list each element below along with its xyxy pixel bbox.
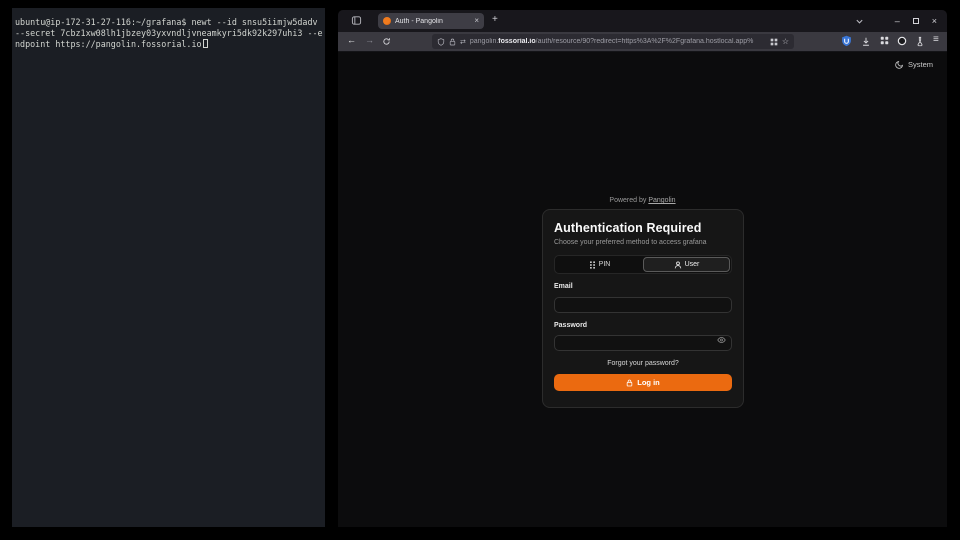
password-label: Password xyxy=(554,322,732,329)
minimize-button[interactable]: – xyxy=(895,16,900,26)
login-button-label: Log in xyxy=(637,378,660,387)
tab-pin-label: PIN xyxy=(599,261,611,268)
auth-card: Authentication Required Choose your pref… xyxy=(542,209,744,408)
downloads-icon[interactable] xyxy=(861,36,871,47)
user-person-icon xyxy=(674,261,682,269)
tracking-protection-shield-icon[interactable] xyxy=(437,38,445,46)
bookmark-star-icon[interactable]: ☆ xyxy=(782,38,789,46)
translate-icon[interactable]: ⇄ xyxy=(460,38,466,46)
firefox-view-icon[interactable] xyxy=(351,15,362,26)
auth-card-subtitle: Choose your preferred method to access g… xyxy=(554,239,732,246)
terminal-output: ubuntu@ip-172-31-27-116:~/grafana$ newt … xyxy=(12,8,325,50)
url-bar[interactable]: ⇄ pangolin.fossorial.io/auth/resource/90… xyxy=(432,34,794,49)
browser-window: Auth - Pangolin × + – × ← → ⇄ pango xyxy=(338,10,947,527)
tab-pin[interactable]: PIN xyxy=(556,257,643,272)
forgot-password-link[interactable]: Forgot your password? xyxy=(554,360,732,367)
tab-user-label: User xyxy=(685,261,700,268)
terminal-cursor xyxy=(203,39,208,48)
privacy-extension-icon[interactable] xyxy=(897,36,907,46)
terminal-line-text: ndpoint https://pangolin.fossorial.io xyxy=(15,39,202,49)
url-subdomain: pangolin. xyxy=(470,38,498,45)
url-text: pangolin.fossorial.io/auth/resource/90?r… xyxy=(470,38,766,45)
forward-button[interactable]: → xyxy=(365,35,374,45)
theme-toggle-label: System xyxy=(908,60,933,69)
login-button[interactable]: Log in xyxy=(554,374,732,391)
terminal-line: ndpoint https://pangolin.fossorial.io xyxy=(15,39,323,50)
tab-user[interactable]: User xyxy=(643,257,730,272)
maximize-button[interactable] xyxy=(913,18,919,24)
password-input-wrap xyxy=(554,332,732,352)
window-controls: – × xyxy=(855,10,937,32)
theme-toggle[interactable]: System xyxy=(895,60,933,69)
ublock-extension-icon[interactable] xyxy=(841,35,852,47)
page-content: System Powered by Pangolin Authenticatio… xyxy=(338,52,947,527)
login-lock-icon xyxy=(626,379,633,387)
list-all-tabs-chevron-icon[interactable] xyxy=(855,17,864,26)
password-field[interactable] xyxy=(554,335,732,351)
lock-icon[interactable] xyxy=(449,38,456,46)
email-input-wrap xyxy=(554,293,732,313)
back-button[interactable]: ← xyxy=(347,35,356,45)
reload-button[interactable] xyxy=(382,37,391,46)
url-path: /auth/resource/90?redirect=https%3A%2F%2… xyxy=(536,38,754,45)
browser-tab-bar: Auth - Pangolin × + – × xyxy=(338,10,947,32)
auth-method-tabs: PIN User xyxy=(554,255,732,274)
tab-title: Auth - Pangolin xyxy=(395,18,470,25)
url-domain: fossorial.io xyxy=(498,38,535,45)
moon-theme-icon xyxy=(895,60,904,69)
browser-tab-auth-pangolin[interactable]: Auth - Pangolin × xyxy=(378,13,484,29)
email-label: Email xyxy=(554,283,732,290)
powered-by-text: Powered by xyxy=(609,197,646,204)
terminal-line: --secret 7cbz1xw08lh1jbzey03yxvndljvneam… xyxy=(15,28,323,39)
extensions-grid-icon[interactable] xyxy=(880,36,889,45)
tab-close-icon[interactable]: × xyxy=(474,17,479,25)
shortcuts-grid-icon[interactable] xyxy=(770,38,778,46)
pangolin-link[interactable]: Pangolin xyxy=(648,197,675,204)
browser-toolbar: ← → ⇄ pangolin.fossorial.io/auth/resourc… xyxy=(338,32,947,52)
auth-card-title: Authentication Required xyxy=(554,221,732,235)
show-password-eye-icon[interactable] xyxy=(717,336,726,344)
labs-flask-icon[interactable] xyxy=(915,36,925,47)
powered-by: Powered by Pangolin xyxy=(338,197,947,204)
terminal-line: ubuntu@ip-172-31-27-116:~/grafana$ newt … xyxy=(15,17,323,28)
close-window-button[interactable]: × xyxy=(932,16,937,26)
pin-keypad-icon xyxy=(589,261,596,269)
new-tab-button[interactable]: + xyxy=(492,14,498,25)
terminal-window[interactable]: ubuntu@ip-172-31-27-116:~/grafana$ newt … xyxy=(12,8,325,527)
hamburger-menu-icon[interactable]: ≡ xyxy=(933,34,939,45)
email-field[interactable] xyxy=(554,297,732,313)
pangolin-favicon-icon xyxy=(383,17,391,25)
